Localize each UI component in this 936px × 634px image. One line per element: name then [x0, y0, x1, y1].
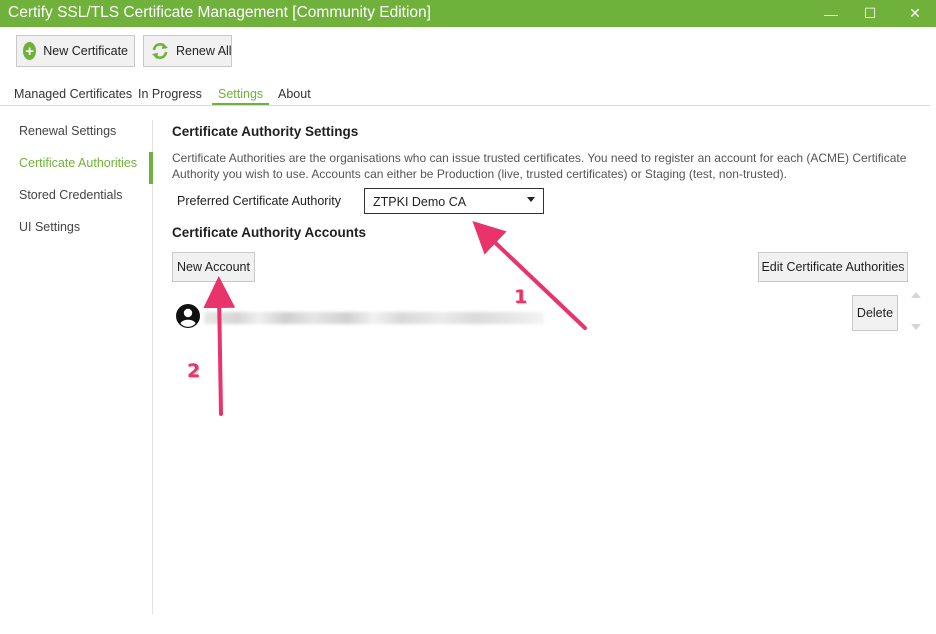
renew-all-label: Renew All — [176, 44, 232, 58]
preferred-ca-select[interactable]: ZTPKI Demo CA — [364, 188, 544, 214]
scroll-up-arrow-icon[interactable] — [911, 292, 921, 298]
sidebar-item-renewal-settings[interactable]: Renewal Settings — [19, 124, 116, 138]
page-title: Certificate Authority Settings — [172, 124, 359, 139]
accounts-heading: Certificate Authority Accounts — [172, 225, 367, 240]
tab-managed-certificates[interactable]: Managed Certificates — [14, 87, 132, 101]
annotation-marker-2: 2 — [187, 360, 201, 382]
account-row[interactable] — [174, 302, 544, 330]
title-bar: Certify SSL/TLS Certificate Management [… — [0, 0, 936, 27]
maximize-button[interactable]: ☐ — [850, 0, 890, 27]
window-title: Certify SSL/TLS Certificate Management [… — [8, 4, 431, 21]
edit-certificate-authorities-button[interactable]: Edit Certificate Authorities — [758, 252, 908, 282]
scroll-down-arrow-icon[interactable] — [911, 324, 921, 330]
sidebar-item-stored-credentials[interactable]: Stored Credentials — [19, 188, 123, 202]
maximize-icon: ☐ — [863, 5, 877, 21]
annotation-marker-1: 1 — [514, 286, 528, 308]
user-account-icon — [175, 303, 201, 334]
main-tabs: Managed Certificates In Progress Setting… — [0, 84, 930, 106]
tab-about[interactable]: About — [278, 87, 311, 101]
settings-sidebar: Renewal Settings Certificate Authorities… — [0, 120, 153, 614]
refresh-icon — [150, 41, 170, 61]
sidebar-item-ui-settings[interactable]: UI Settings — [19, 220, 80, 234]
new-certificate-button[interactable]: + New Certificate — [16, 35, 135, 67]
minimize-icon: — — [824, 5, 838, 22]
active-tab-indicator — [212, 103, 269, 105]
close-icon: ✕ — [909, 5, 921, 21]
renew-all-button[interactable]: Renew All — [143, 35, 232, 67]
chevron-down-icon — [527, 197, 535, 202]
plus-circle-icon: + — [23, 42, 37, 60]
preferred-ca-value: ZTPKI Demo CA — [373, 195, 467, 209]
close-button[interactable]: ✕ — [895, 0, 935, 27]
delete-account-button[interactable]: Delete — [852, 295, 898, 331]
tab-in-progress[interactable]: In Progress — [138, 87, 202, 101]
redacted-account-email — [204, 312, 544, 324]
ca-description: Certificate Authorities are the organisa… — [172, 151, 907, 181]
new-certificate-label: New Certificate — [43, 44, 128, 58]
minimize-button[interactable]: — — [811, 0, 851, 27]
sidebar-item-certificate-authorities[interactable]: Certificate Authorities — [19, 156, 137, 170]
preferred-ca-label: Preferred Certificate Authority — [177, 194, 341, 208]
sidebar-active-indicator — [149, 152, 153, 184]
tab-settings[interactable]: Settings — [218, 87, 263, 101]
new-account-button[interactable]: New Account — [172, 252, 255, 282]
